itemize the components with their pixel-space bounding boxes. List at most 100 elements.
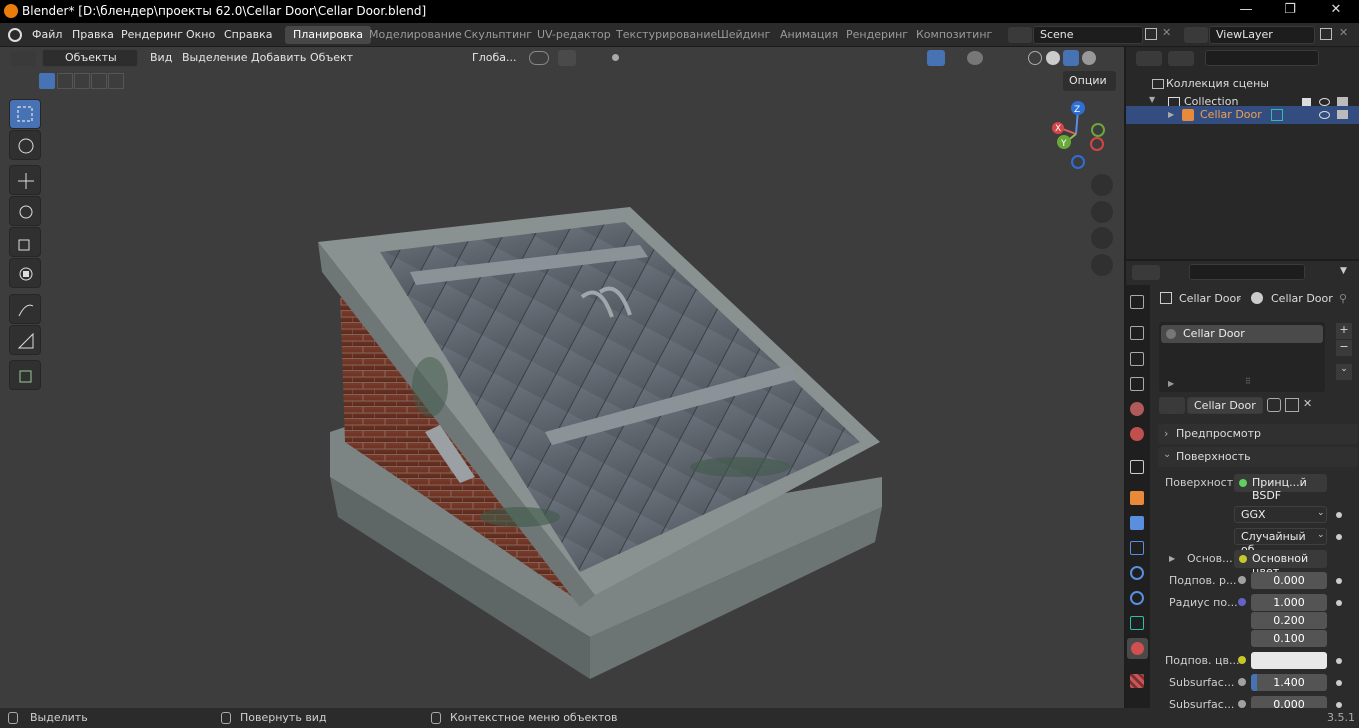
tab-compositing[interactable]: Композитинг [908,26,1000,44]
close-icon[interactable]: ✕ [1325,2,1347,20]
subsurface-aniso-socket-icon[interactable] [1238,700,1246,708]
tool-select-box[interactable] [9,99,41,129]
zoom-icon[interactable] [1091,174,1113,196]
material-name-field[interactable]: Cellar Door [1187,397,1263,414]
menu-select[interactable]: Выделение [182,51,248,64]
tab-constraints-icon[interactable] [1130,591,1144,605]
tab-animation[interactable]: Анимация [772,26,846,44]
tab-modeling[interactable]: Моделирование [361,26,470,44]
tool-move[interactable] [9,165,41,195]
menu-edit[interactable]: Правка [72,28,114,41]
collection-expand-icon[interactable]: ▼ [1149,95,1155,104]
material-browse-icon[interactable] [1159,397,1185,414]
tool-rotate[interactable] [9,196,41,226]
select-invert-icon[interactable] [91,73,107,89]
tab-particles-icon[interactable] [1130,541,1144,555]
pan-hand-icon[interactable] [1091,201,1113,223]
menu-window[interactable]: Окно [186,28,215,41]
tab-layout[interactable]: Планировка [285,26,371,44]
tab-rendering[interactable]: Рендеринг [838,26,916,44]
gizmo-toggle-icon[interactable] [927,50,945,66]
tab-sculpting[interactable]: Скульптинг [456,26,540,44]
menu-object[interactable]: Объект [310,51,353,64]
object-render-icon[interactable] [1337,110,1348,119]
menu-file[interactable]: Файл [32,28,62,41]
tab-physics-icon[interactable] [1130,566,1144,580]
maximize-icon[interactable]: ❐ [1279,2,1301,20]
collection-visibility-icon[interactable] [1319,98,1330,106]
shading-wireframe-icon[interactable] [1028,51,1042,65]
object-visibility-icon[interactable] [1319,111,1330,119]
viewlayer-field[interactable]: ViewLayer [1209,26,1315,44]
tab-texture-icon[interactable] [1130,674,1144,688]
collection-render-icon[interactable] [1337,97,1348,106]
options-dropdown[interactable]: Опции [1063,71,1116,91]
select-intersect-icon[interactable] [108,73,124,89]
select-extend-icon[interactable] [57,73,73,89]
subsurface-method-keyframe-dot[interactable] [1336,534,1342,540]
minimize-icon[interactable]: — [1235,2,1257,20]
radius-z-field[interactable]: 0.100 [1251,630,1327,647]
tab-modifiers-icon[interactable] [1130,516,1144,530]
properties-type-icon[interactable] [1132,265,1160,280]
proportional-edit-icon[interactable] [612,54,619,61]
outliner-row-cellar-door[interactable]: ▶ Cellar Door [1126,106,1359,124]
subsurface-value-field[interactable]: 0.000 [1251,572,1327,589]
shading-rendered-icon[interactable] [1082,51,1096,65]
surface-shader-field[interactable]: Принц...й BSDF [1234,474,1327,502]
properties-options-icon[interactable]: ▼ [1340,266,1347,276]
navigation-gizmo[interactable]: Z X Y [1040,100,1112,170]
tool-measure[interactable] [9,325,41,355]
select-subtract-icon[interactable] [74,73,90,89]
tool-annotate[interactable] [9,294,41,324]
blender-menu-icon[interactable] [8,28,22,42]
filter-icon[interactable] [1328,51,1354,66]
subsurface-method-dropdown[interactable]: Случайный об... ⌄ [1234,528,1327,556]
display-mode-icon[interactable] [1168,51,1194,66]
tab-render-icon[interactable] [1130,326,1144,340]
tab-material-active[interactable] [1127,638,1148,659]
menu-view[interactable]: Вид [150,51,172,64]
tab-uv-editing[interactable]: UV-редактор [529,26,619,44]
subsurface-ior-field[interactable]: 1.400 [1251,674,1327,691]
delete-viewlayer-icon[interactable]: ✕ [1339,26,1348,39]
subsurface-color-swatch[interactable] [1251,652,1327,669]
object-expand-icon[interactable]: ▶ [1168,110,1174,119]
tab-object-icon[interactable] [1130,491,1144,505]
tab-world-icon[interactable] [1130,427,1144,441]
new-viewlayer-icon[interactable] [1320,28,1332,40]
radius-socket-icon[interactable] [1238,598,1246,606]
scene-collection-label[interactable]: Коллекция сцены [1166,77,1269,90]
tool-transform[interactable] [9,258,41,288]
overlays-icon[interactable] [967,51,983,65]
base-color-expand-icon[interactable]: ▶ [1169,554,1175,563]
slot-list-expand-icon[interactable]: ▶ [1168,379,1174,388]
subsurface-keyframe-dot[interactable] [1336,578,1342,584]
tab-output-icon[interactable] [1130,352,1144,366]
editor-type-icon[interactable] [10,51,36,66]
tool-cursor[interactable] [9,130,41,160]
outliner-type-icon[interactable] [1136,51,1162,66]
tool-scale[interactable] [9,227,41,257]
ortho-grid-icon[interactable] [1091,254,1113,276]
fake-user-icon[interactable] [1267,398,1281,412]
pivot-icon[interactable] [529,51,549,65]
radius-x-field[interactable]: 1.000 [1251,594,1327,611]
scene-field[interactable]: Scene [1033,26,1143,44]
tab-scene-icon[interactable] [1130,402,1144,416]
mesh-data-icon[interactable] [1271,109,1283,121]
select-new-icon[interactable] [39,73,55,89]
distribution-keyframe-dot[interactable] [1336,512,1342,518]
tab-tool-icon[interactable] [1130,295,1144,309]
material-slot-row[interactable]: Cellar Door [1161,325,1323,343]
base-color-field[interactable]: Основной цвет [1234,550,1327,578]
shading-material-icon[interactable] [1063,50,1079,66]
link-mode-icon[interactable] [1329,397,1355,414]
transform-orientation[interactable]: Глоба... [454,51,516,64]
surface-panel-header[interactable]: ⌄ Поверхность [1158,447,1358,467]
subsurface-socket-icon[interactable] [1238,576,1246,584]
camera-view-icon[interactable] [1091,227,1113,249]
snap-icon[interactable] [558,50,576,66]
unlink-material-icon[interactable]: ✕ [1303,397,1312,410]
tab-collection-icon[interactable] [1130,460,1144,474]
